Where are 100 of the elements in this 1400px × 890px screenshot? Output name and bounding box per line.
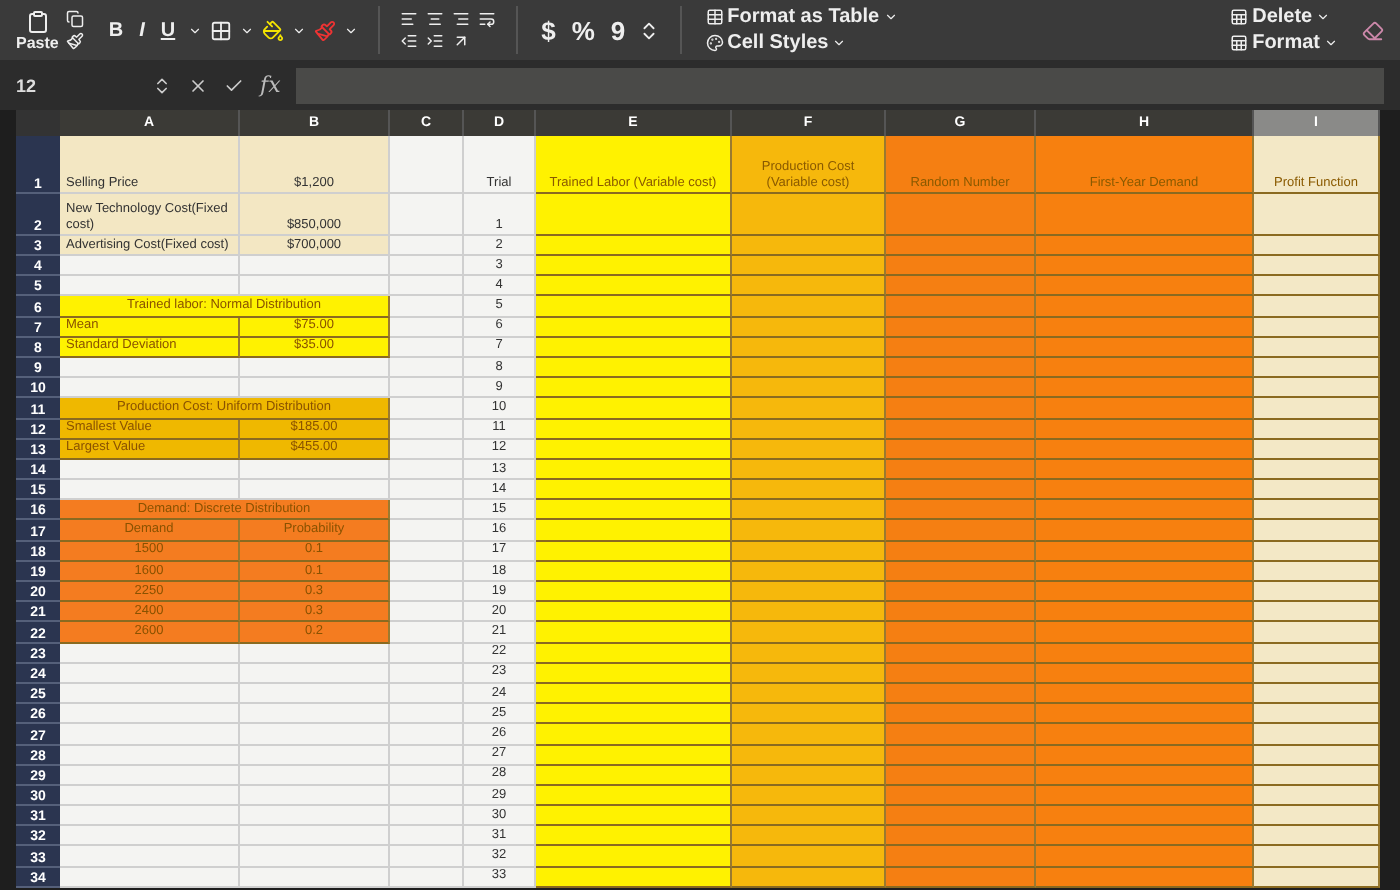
empty-cell[interactable] [390, 480, 464, 501]
fill-color-icon[interactable] [261, 19, 284, 41]
caret-icon [187, 23, 202, 37]
styles-button[interactable]: Cell Styles [701, 32, 902, 54]
table-cell [1254, 541, 1380, 562]
empty-cell[interactable] [240, 357, 390, 379]
empty-cell[interactable] [390, 643, 464, 664]
check-icon[interactable] [224, 75, 244, 95]
empty-cell[interactable] [240, 826, 390, 847]
empty-cell[interactable] [390, 357, 464, 379]
bold-button[interactable]: B [104, 19, 128, 41]
number-format-button[interactable]: % [567, 15, 599, 45]
empty-cell[interactable] [240, 643, 390, 664]
table-cell [1254, 745, 1380, 766]
empty-cell[interactable] [240, 683, 390, 705]
empty-cell[interactable] [240, 785, 390, 807]
indent-decrease-icon[interactable] [399, 32, 418, 50]
borders-icon[interactable] [209, 19, 232, 41]
empty-cell[interactable] [240, 806, 390, 827]
table-cell [1254, 398, 1380, 419]
copy-icon[interactable] [66, 10, 85, 28]
table-cell [1254, 378, 1380, 399]
table-cell [1254, 276, 1380, 297]
eraser-icon[interactable] [1362, 19, 1384, 41]
empty-cell[interactable] [390, 704, 464, 725]
table-cell [1254, 683, 1380, 705]
empty-cell[interactable] [390, 724, 464, 745]
paste-button[interactable]: Paste [16, 9, 59, 51]
table-cell [1254, 806, 1380, 827]
indent-increase-icon[interactable] [425, 32, 444, 50]
name-box[interactable]: 12 [16, 75, 136, 95]
empty-cell[interactable] [390, 745, 464, 766]
caret-icon [883, 10, 898, 24]
align-left-icon[interactable] [399, 10, 418, 28]
table-cell [1254, 602, 1380, 623]
table-cell [1254, 296, 1380, 318]
table-cell [1254, 582, 1380, 603]
empty-cell[interactable] [390, 683, 464, 705]
empty-cell[interactable] [240, 765, 390, 786]
table-cell [1254, 561, 1380, 582]
empty-cell[interactable] [390, 846, 464, 868]
empty-cell[interactable] [240, 846, 390, 868]
empty-cell[interactable] [390, 806, 464, 827]
table-cell [1254, 663, 1380, 684]
styles-button[interactable]: Format as Table [701, 6, 902, 28]
select-all-corner[interactable] [16, 110, 60, 136]
paintbrush-icon[interactable] [66, 32, 85, 50]
empty-cell[interactable] [240, 724, 390, 745]
cells-button[interactable]: Delete [1226, 6, 1342, 28]
grid-icon [1230, 8, 1249, 26]
cancel-icon[interactable] [188, 75, 208, 95]
number-format-button[interactable]: 9 [606, 15, 630, 45]
wrap-text-icon[interactable] [477, 10, 496, 28]
empty-cell[interactable] [390, 378, 464, 399]
caret-icon [291, 23, 306, 37]
empty-cell[interactable] [240, 704, 390, 725]
spinner-icon[interactable] [152, 75, 172, 95]
table-cell [1254, 194, 1380, 236]
empty-cell[interactable] [240, 745, 390, 766]
grid-icon [1230, 34, 1249, 52]
function-label[interactable]: fx [260, 72, 281, 98]
table-cell [1254, 826, 1380, 847]
empty-cell[interactable] [390, 459, 464, 481]
clipboard-icon [25, 9, 50, 33]
empty-cell[interactable] [390, 663, 464, 684]
underline-button[interactable]: U [156, 19, 180, 41]
table-cell [1254, 846, 1380, 868]
formula-input-field[interactable] [296, 67, 1384, 103]
empty-cell[interactable] [240, 663, 390, 684]
empty-cell[interactable] [390, 785, 464, 807]
caret-icon [239, 23, 254, 37]
empty-cell[interactable] [240, 276, 390, 297]
empty-cell[interactable] [240, 378, 390, 399]
table-cell [1254, 419, 1380, 440]
empty-cell[interactable] [390, 276, 464, 297]
empty-cell[interactable] [390, 256, 464, 277]
table-cell [1254, 785, 1380, 807]
empty-cell[interactable] [240, 459, 390, 481]
table-cell [1254, 643, 1380, 664]
empty-cell[interactable] [390, 867, 464, 888]
empty-cell[interactable] [240, 867, 390, 888]
italic-button[interactable]: I [135, 19, 149, 41]
table-cell [1254, 704, 1380, 725]
caret-icon [343, 23, 358, 37]
number-format-button[interactable]: $ [537, 15, 560, 45]
table-cell [1254, 256, 1380, 277]
align-right-icon[interactable] [451, 10, 470, 28]
empty-cell[interactable] [390, 826, 464, 847]
table-cell [1254, 357, 1380, 379]
empty-cell[interactable] [240, 480, 390, 501]
align-center-icon[interactable] [425, 10, 444, 28]
cells-button[interactable]: Format [1226, 32, 1342, 54]
table-cell [1254, 622, 1380, 644]
table-cell [1254, 236, 1380, 256]
empty-cell[interactable] [390, 765, 464, 786]
table-cell [1254, 439, 1380, 460]
palette-icon [705, 34, 724, 52]
table-cell [1254, 337, 1380, 358]
table-cell [1254, 867, 1380, 888]
empty-cell[interactable] [240, 256, 390, 277]
